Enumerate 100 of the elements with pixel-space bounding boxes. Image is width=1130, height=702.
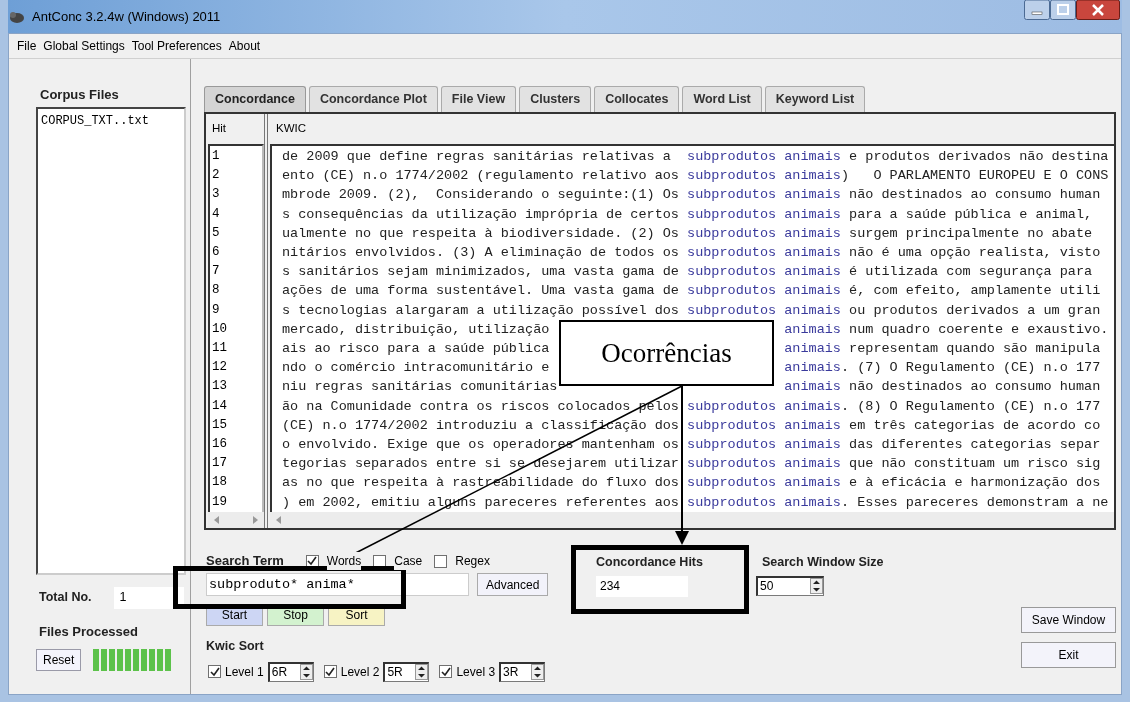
right-context: num quadro coerente e exaustivo. xyxy=(848,320,1109,339)
keyword: subprodutos animais xyxy=(687,493,841,512)
table-cell-text: 19 xyxy=(212,493,228,511)
checkbox[interactable] xyxy=(208,665,221,679)
maximize-icon xyxy=(1050,0,1076,20)
tab[interactable]: Word List xyxy=(682,86,762,112)
tab[interactable]: Collocates xyxy=(594,86,680,112)
keyword: animais xyxy=(784,378,841,397)
keyword: subprodutos animais xyxy=(687,224,841,243)
left-context: mercado, distribuição, utilização xyxy=(282,321,550,337)
tab[interactable]: File View xyxy=(440,86,517,112)
menu-item[interactable]: About xyxy=(228,37,261,55)
checkbox-label: Level 2 xyxy=(340,663,380,681)
tab[interactable]: Concordance Plot xyxy=(308,86,438,112)
right-context: . (8) O Regulamento (CE) n.o 177 xyxy=(841,397,1101,416)
keyword: animais xyxy=(784,359,841,378)
spinner-field[interactable]: 3R xyxy=(499,661,546,682)
spinner-field[interactable]: 6R xyxy=(267,661,314,682)
keyword: subprodutos animais xyxy=(687,148,841,166)
field-label: Concordance Hits xyxy=(596,554,704,571)
checkbox[interactable] xyxy=(323,665,337,679)
table-cell-text: 17 xyxy=(212,455,228,473)
keyword: subprodutos animais xyxy=(687,436,841,455)
column-header: KWIC xyxy=(275,121,308,137)
tab[interactable]: Concordance xyxy=(204,86,306,112)
left-context: ações de uma forma sustentável. Uma vasta gama de xyxy=(282,283,679,299)
spin-arrows-icon xyxy=(531,664,545,681)
keyword: subprodutos animais xyxy=(687,416,841,435)
left-context: s consequências da utilização imprópria de certos xyxy=(282,206,679,222)
right-context: é, com efeito, amplamente utili xyxy=(848,282,1101,301)
table-cell-text: 14 xyxy=(212,397,228,415)
spin-arrows-icon xyxy=(415,664,429,681)
right-context: não destinados ao consumo human xyxy=(848,378,1101,397)
right-context: que não constituam um risco sig xyxy=(848,455,1101,474)
horizontal-scrollbar[interactable] xyxy=(270,512,1114,528)
field-label: Search Window Size xyxy=(762,554,884,571)
window-button[interactable]: Exit xyxy=(1021,642,1116,668)
left-context: ndo o comércio intracomunitário e xyxy=(282,360,550,376)
left-context: mbrode 2009. (2), Considerando o seguinte:(1) Os xyxy=(282,187,679,203)
list-item[interactable]: CORPUS_TXT..txt xyxy=(41,111,181,130)
left-context: nitários envolvidos. (3) A eliminação de todos os xyxy=(282,245,679,260)
table-cell-text: 15 xyxy=(212,416,228,434)
table-cell-text: 1 xyxy=(212,148,221,165)
field-label: Search Term xyxy=(206,552,284,571)
horizontal-scrollbar[interactable] xyxy=(208,512,264,528)
keyword: subprodutos animais xyxy=(687,301,841,320)
callout-box: Ocorrências xyxy=(559,320,774,386)
tab[interactable]: Keyword List xyxy=(764,86,866,112)
table-cell-text: 5 xyxy=(212,224,221,242)
panel-label: Files Processed xyxy=(38,622,139,641)
spin-arrows-icon xyxy=(299,664,313,681)
table-cell-text: 18 xyxy=(212,474,228,492)
arrow-right-icon xyxy=(253,516,258,524)
checkbox[interactable] xyxy=(439,665,453,679)
spinner-field[interactable]: 5R xyxy=(383,661,430,682)
right-context: . Esses pareceres demonstram a ne xyxy=(841,493,1109,512)
table-cell-text: 13 xyxy=(212,378,228,396)
right-context: e à eficácia e harmonização dos xyxy=(848,474,1101,493)
right-context: das diferentes categorias separ xyxy=(848,436,1101,455)
right-context: e produtos derivados não destina xyxy=(848,148,1109,166)
section-label: Kwic Sort xyxy=(206,638,265,655)
search-field[interactable]: subproduto* anima* xyxy=(206,573,469,596)
advanced-button[interactable]: Advanced xyxy=(477,573,549,596)
column-header: Hit xyxy=(211,121,228,137)
right-context: em três categorias de acordo co xyxy=(848,416,1101,435)
table-cell-text: 12 xyxy=(212,359,228,377)
table-cell-text: 3 xyxy=(212,186,221,204)
tab[interactable]: Clusters xyxy=(519,86,592,112)
table-cell-text: 8 xyxy=(212,282,221,300)
right-context: . (7) O Regulamento (CE) n.o 177 xyxy=(841,359,1101,378)
menu-item[interactable]: Global Settings xyxy=(43,37,125,55)
spinner-field[interactable]: 50 xyxy=(756,575,824,596)
keyword: subprodutos animais xyxy=(687,186,841,205)
keyword: subprodutos animais xyxy=(687,397,841,416)
keyword: subprodutos animais xyxy=(687,263,841,282)
menu-item[interactable]: Tool Preferences xyxy=(131,37,222,55)
keyword: subprodutos animais xyxy=(687,474,841,493)
right-context: para a saúde pública e animal, xyxy=(848,205,1093,224)
reset-button[interactable]: Reset xyxy=(36,649,82,671)
arrow-left-icon xyxy=(214,516,219,524)
left-context: ão na Comunidade contra os riscos colocados pelos xyxy=(282,398,679,414)
table-cell-text: 9 xyxy=(212,301,221,319)
window-button[interactable]: Save Window xyxy=(1021,607,1116,633)
right-context: não destinados ao consumo human xyxy=(848,186,1101,205)
right-context: ) O PARLAMENTO EUROPEU E O CONS xyxy=(841,167,1109,186)
field-label: Total No. xyxy=(39,589,92,607)
table-cell-text: 10 xyxy=(212,320,228,338)
arrow-left-icon xyxy=(276,516,281,524)
spin-arrows-icon xyxy=(810,578,823,595)
table-cell-text: 11 xyxy=(212,340,228,358)
table-cell-text: 16 xyxy=(212,436,228,454)
close-icon xyxy=(1076,0,1120,20)
right-context: representam quando são manipula xyxy=(848,340,1101,359)
checkbox-label: Level 3 xyxy=(456,663,496,681)
keyword: animais xyxy=(784,320,841,339)
table-cell-text: 2 xyxy=(212,167,221,185)
keyword: subprodutos animais xyxy=(687,244,841,262)
count-field: 1 xyxy=(113,586,184,609)
checkbox[interactable] xyxy=(434,554,448,568)
menu-item[interactable]: File xyxy=(17,37,37,55)
